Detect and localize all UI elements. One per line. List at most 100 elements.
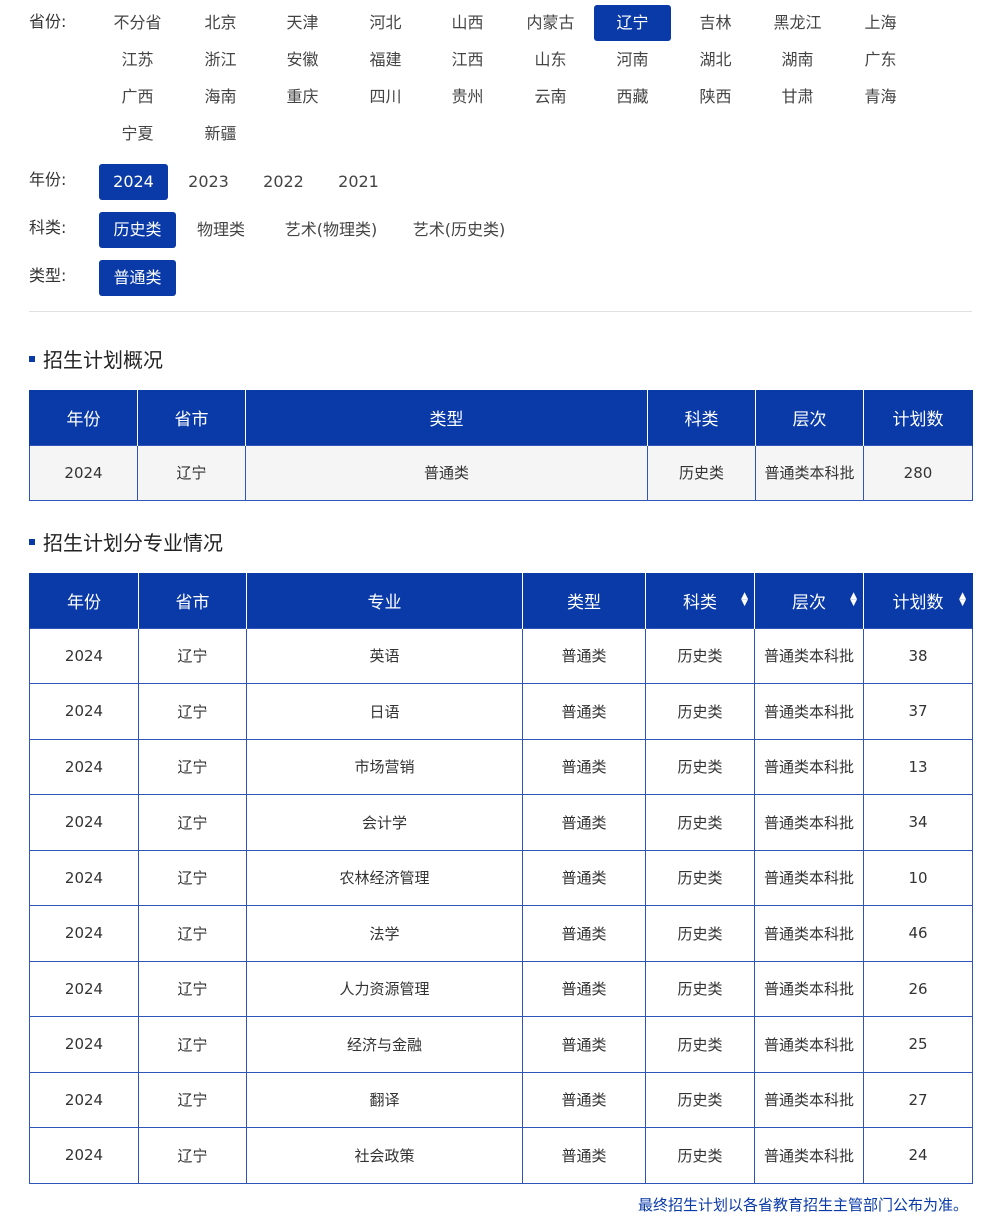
province-option[interactable]: 江苏 bbox=[99, 42, 176, 78]
province-option[interactable]: 吉林 bbox=[677, 5, 754, 41]
table-cell: 38 bbox=[863, 627, 973, 684]
table-cell: 普通类 bbox=[245, 444, 648, 501]
table-cell: 24 bbox=[863, 1127, 973, 1184]
type-option[interactable]: 普通类 bbox=[99, 260, 176, 296]
table-cell: 辽宁 bbox=[138, 627, 247, 684]
table-row: 2024 辽宁 市场营销 普通类 历史类 普通类本科批 13 bbox=[29, 738, 973, 795]
table-row: 2024 辽宁 经济与金融 普通类 历史类 普通类本科批 25 bbox=[29, 1016, 973, 1073]
table-cell: 普通类本科批 bbox=[754, 1016, 864, 1073]
table-cell: 翻译 bbox=[246, 1071, 523, 1128]
table-cell: 25 bbox=[863, 1016, 973, 1073]
province-option[interactable]: 山东 bbox=[512, 42, 589, 78]
province-option[interactable]: 新疆 bbox=[182, 116, 259, 152]
majors-header-cell: 专业 bbox=[246, 573, 523, 628]
table-cell: 辽宁 bbox=[137, 444, 246, 501]
subject-option[interactable]: 历史类 bbox=[99, 212, 176, 248]
table-cell: 经济与金融 bbox=[246, 1016, 523, 1073]
year-option[interactable]: 2023 bbox=[174, 164, 243, 200]
table-cell: 普通类 bbox=[522, 1071, 646, 1128]
sortable-header-cell[interactable]: 计划数 ▲ ▼ bbox=[863, 573, 973, 628]
province-option[interactable]: 河北 bbox=[347, 5, 424, 41]
table-cell: 历史类 bbox=[645, 849, 755, 906]
overview-header-cell: 省市 bbox=[137, 390, 246, 445]
table-cell: 2024 bbox=[29, 849, 139, 906]
table-row: 2024 辽宁 普通类 历史类 普通类本科批 280 bbox=[29, 444, 973, 501]
table-row: 2024 辽宁 英语 普通类 历史类 普通类本科批 38 bbox=[29, 627, 973, 684]
table-cell: 辽宁 bbox=[138, 905, 247, 962]
table-cell: 34 bbox=[863, 794, 973, 851]
overview-header-cell: 计划数 bbox=[863, 390, 973, 445]
table-cell: 辽宁 bbox=[138, 960, 247, 1017]
overview-header-cell: 科类 bbox=[647, 390, 756, 445]
province-option[interactable]: 山西 bbox=[429, 5, 506, 41]
sortable-header-cell[interactable]: 层次 ▲ ▼ bbox=[754, 573, 864, 628]
subject-filter-label: 科类: bbox=[29, 218, 67, 237]
province-option[interactable]: 贵州 bbox=[429, 79, 506, 115]
year-option[interactable]: 2024 bbox=[99, 164, 168, 200]
sort-updown-icon[interactable]: ▲ ▼ bbox=[850, 592, 857, 608]
province-option[interactable]: 安徽 bbox=[264, 42, 341, 78]
table-cell: 会计学 bbox=[246, 794, 523, 851]
table-cell: 2024 bbox=[29, 738, 139, 795]
sortable-header-cell[interactable]: 科类 ▲ ▼ bbox=[645, 573, 755, 628]
sort-updown-icon[interactable]: ▲ ▼ bbox=[741, 592, 748, 608]
header-label: 计划数 bbox=[892, 592, 944, 613]
province-option[interactable]: 青海 bbox=[842, 79, 919, 115]
province-option[interactable]: 四川 bbox=[347, 79, 424, 115]
province-option[interactable]: 海南 bbox=[182, 79, 259, 115]
table-cell: 13 bbox=[863, 738, 973, 795]
table-row: 2024 辽宁 法学 普通类 历史类 普通类本科批 46 bbox=[29, 905, 973, 962]
province-option[interactable]: 广西 bbox=[99, 79, 176, 115]
table-cell: 历史类 bbox=[645, 905, 755, 962]
province-option[interactable]: 甘肃 bbox=[759, 79, 836, 115]
subject-option[interactable]: 艺术(物理类) bbox=[271, 212, 391, 248]
table-cell: 农林经济管理 bbox=[246, 849, 523, 906]
table-cell: 普通类本科批 bbox=[754, 627, 864, 684]
header-label: 省市 bbox=[175, 592, 210, 613]
overview-header-cell: 年份 bbox=[29, 390, 138, 445]
table-cell: 2024 bbox=[29, 960, 139, 1017]
table-row: 2024 辽宁 日语 普通类 历史类 普通类本科批 37 bbox=[29, 683, 973, 740]
table-cell: 市场营销 bbox=[246, 738, 523, 795]
province-option[interactable]: 不分省 bbox=[99, 5, 176, 41]
table-cell: 英语 bbox=[246, 627, 523, 684]
square-bullet-icon bbox=[29, 355, 35, 362]
province-option[interactable]: 浙江 bbox=[182, 42, 259, 78]
table-cell: 普通类本科批 bbox=[754, 683, 864, 740]
province-option[interactable]: 上海 bbox=[842, 5, 919, 41]
overview-header-cell: 类型 bbox=[245, 390, 648, 445]
province-option[interactable]: 福建 bbox=[347, 42, 424, 78]
table-cell: 普通类 bbox=[522, 794, 646, 851]
year-option[interactable]: 2022 bbox=[249, 164, 318, 200]
square-bullet-icon bbox=[29, 538, 35, 545]
province-option[interactable]: 河南 bbox=[594, 42, 671, 78]
province-option[interactable]: 重庆 bbox=[264, 79, 341, 115]
majors-header-cell: 年份 bbox=[29, 573, 139, 628]
header-label: 类型 bbox=[567, 592, 601, 613]
province-option[interactable]: 西藏 bbox=[594, 79, 671, 115]
province-option[interactable]: 江西 bbox=[429, 42, 506, 78]
header-label: 层次 bbox=[792, 592, 826, 613]
province-option[interactable]: 内蒙古 bbox=[512, 5, 589, 41]
table-cell: 2024 bbox=[29, 794, 139, 851]
sort-updown-icon[interactable]: ▲ ▼ bbox=[959, 592, 966, 608]
table-row: 2024 辽宁 会计学 普通类 历史类 普通类本科批 34 bbox=[29, 794, 973, 851]
majors-header-cell: 省市 bbox=[138, 573, 247, 628]
province-option[interactable]: 湖南 bbox=[759, 42, 836, 78]
province-option[interactable]: 陕西 bbox=[677, 79, 754, 115]
province-option[interactable]: 湖北 bbox=[677, 42, 754, 78]
filter-divider bbox=[29, 311, 972, 312]
province-option[interactable]: 云南 bbox=[512, 79, 589, 115]
province-option[interactable]: 广东 bbox=[842, 42, 919, 78]
table-cell: 普通类本科批 bbox=[754, 794, 864, 851]
province-option[interactable]: 天津 bbox=[264, 5, 341, 41]
province-option[interactable]: 北京 bbox=[182, 5, 259, 41]
subject-option[interactable]: 艺术(历史类) bbox=[399, 212, 519, 248]
year-option[interactable]: 2021 bbox=[324, 164, 393, 200]
subject-option[interactable]: 物理类 bbox=[181, 212, 261, 248]
majors-title-text: 招生计划分专业情况 bbox=[43, 531, 223, 555]
province-option[interactable]: 黑龙江 bbox=[759, 5, 836, 41]
header-label: 专业 bbox=[367, 592, 402, 613]
province-option[interactable]: 辽宁 bbox=[594, 5, 671, 41]
province-option[interactable]: 宁夏 bbox=[99, 116, 176, 152]
